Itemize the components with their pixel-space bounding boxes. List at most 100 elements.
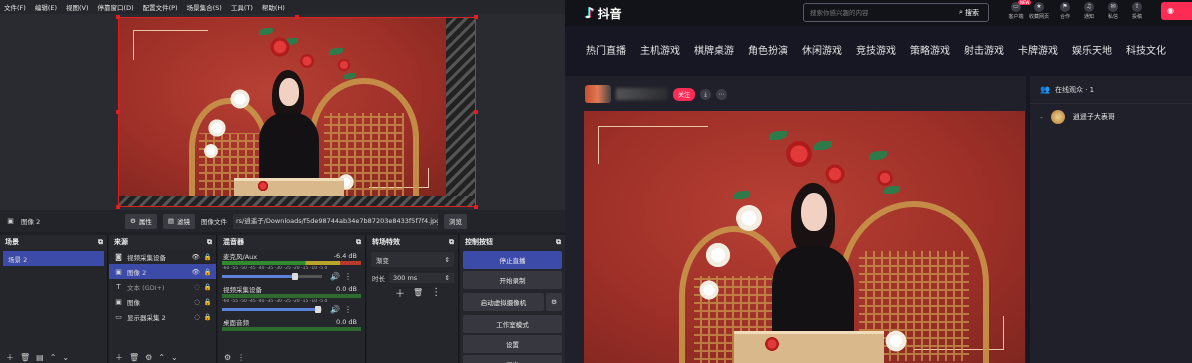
menu-edit[interactable]: 编辑(E) (35, 2, 57, 12)
add-icon[interactable]: ＋ (115, 352, 123, 363)
menu-scene-collection[interactable]: 场景集合(S) (187, 2, 222, 12)
lock-icon[interactable]: 🔒 (204, 253, 212, 261)
lock-icon[interactable]: 🔒 (204, 283, 212, 291)
messages[interactable]: ✉ 私信 (1101, 2, 1125, 20)
login-button[interactable]: ◉ (1161, 2, 1192, 20)
eye-hidden-icon[interactable]: ◌ (194, 298, 200, 306)
image-path-field[interactable]: rs/逍遥子/Downloads/f5de98744ab34e7b87203e8… (232, 213, 438, 229)
volume-slider[interactable] (222, 273, 322, 280)
nav-console-games[interactable]: 主机游戏 (640, 42, 680, 57)
settings-button[interactable]: 设置 (463, 335, 562, 353)
add-icon[interactable]: ＋ (6, 352, 14, 363)
filters-button[interactable]: ▤ 滤镜 (162, 213, 195, 229)
search-button[interactable]: ⌕ 搜索 (950, 4, 988, 21)
scene-item-label: 场景 2 (8, 255, 28, 264)
lock-icon[interactable]: 🔒 (204, 268, 212, 276)
lock-icon[interactable]: 🔒 (204, 313, 212, 321)
trash-icon[interactable]: 🗑 (413, 288, 423, 297)
source-item[interactable]: ▣ 图像 ◌ 🔒 (109, 294, 216, 309)
virtual-camera-settings-button[interactable]: ⚙ (546, 293, 562, 311)
live-video-player[interactable] (584, 111, 1025, 363)
nav-rpg[interactable]: 角色扮演 (748, 42, 788, 57)
gear-icon[interactable]: ⚙ (145, 353, 152, 362)
nav-competitive-games[interactable]: 竞技游戏 (856, 42, 896, 57)
gear-icon[interactable]: ⚙ (224, 353, 231, 362)
nav-entertainment[interactable]: 娱乐天地 (1072, 42, 1112, 57)
lock-icon[interactable]: 🔒 (204, 298, 212, 306)
undock-icon[interactable]: ⧉ (356, 235, 361, 249)
selected-source-bounds[interactable] (116, 15, 478, 209)
notifications[interactable]: ♫ 通知 (1077, 2, 1101, 20)
undock-icon[interactable]: ⧉ (207, 235, 212, 249)
duration-field[interactable]: 300 ms ⇕ (389, 272, 454, 283)
nav-casual-games[interactable]: 休闲游戏 (802, 42, 842, 57)
undock-icon[interactable]: ⧉ (556, 235, 561, 249)
channel-name: 视频采集设备 (223, 285, 262, 294)
source-item[interactable]: T 文本 (GDI+) ◌ 🔒 (109, 279, 216, 294)
eye-icon[interactable]: 👁 (192, 253, 200, 261)
douyin-logo[interactable]: ♪ 抖音 (585, 4, 622, 22)
trash-icon[interactable]: 🗑 (129, 353, 139, 362)
cooperation[interactable]: ⚑ 合作 (1053, 2, 1077, 20)
nav-board-games[interactable]: 棋牌桌游 (694, 42, 734, 57)
chevron-down-icon[interactable]: ⌄ (171, 353, 178, 362)
chevron-up-icon[interactable]: ⌃ (50, 353, 57, 362)
more-icon[interactable]: ⋮ (237, 353, 245, 362)
channel-db: -6.4 dB (333, 251, 357, 260)
stop-streaming-button[interactable]: 停止直播 (463, 251, 562, 269)
start-virtual-camera-button[interactable]: 启动虚拟摄像机 (463, 293, 544, 311)
speaker-icon[interactable]: 🔊 (330, 305, 340, 314)
nav-shooter-games[interactable]: 射击游戏 (964, 42, 1004, 57)
exit-button[interactable]: 退出 (463, 355, 562, 363)
eye-hidden-icon[interactable]: ◌ (194, 283, 200, 291)
eye-icon[interactable]: 👁 (192, 268, 200, 276)
upload[interactable]: ⇧ 投稿 (1125, 2, 1149, 20)
client-download[interactable]: ▭ 客户端 NEW (1004, 0, 1032, 20)
bookmark-page[interactable]: ★ 收藏网页 (1027, 2, 1051, 20)
spinner-icon: ⇕ (444, 255, 450, 264)
menu-view[interactable]: 视图(V) (66, 2, 89, 12)
source-item[interactable]: ◙ 视频采集设备 👁 🔒 (109, 249, 216, 264)
download-icon[interactable]: ⤓ (700, 88, 712, 100)
add-icon[interactable]: ＋ (395, 285, 405, 300)
chevron-up-icon[interactable]: ⌃ (158, 353, 165, 362)
scene-item[interactable]: 场景 2 (3, 251, 104, 266)
transition-select[interactable]: 渐变 ⇕ (371, 252, 454, 267)
handshake-icon: ⚑ (1060, 2, 1070, 12)
more-icon[interactable]: ⋮ (431, 287, 441, 298)
sources-dock-title: 来源 ⧉ (109, 235, 216, 249)
follow-button[interactable]: 关注 (673, 87, 696, 101)
nav-card-games[interactable]: 卡牌游戏 (1018, 42, 1058, 57)
speaker-icon[interactable]: 🔊 (330, 272, 340, 281)
filter-icon[interactable]: ▤ (36, 353, 44, 362)
properties-button[interactable]: ⚙ 属性 (125, 213, 157, 229)
studio-mode-button[interactable]: 工作室模式 (463, 315, 562, 333)
browse-button[interactable]: 浏览 (443, 213, 467, 229)
menu-file[interactable]: 文件(F) (4, 2, 26, 12)
menu-help[interactable]: 帮助(H) (262, 2, 285, 12)
nav-strategy-games[interactable]: 策略游戏 (910, 42, 950, 57)
start-recording-button[interactable]: 开始录制 (463, 271, 562, 289)
menu-tools[interactable]: 工具(T) (231, 2, 253, 12)
more-icon[interactable]: ⋮ (344, 305, 352, 314)
chevron-down-icon[interactable]: ⌄ (62, 353, 69, 362)
undock-icon[interactable]: ⧉ (449, 235, 454, 249)
more-icon[interactable]: ⋯ (716, 88, 728, 100)
menu-docks[interactable]: 停靠窗口(D) (98, 2, 134, 12)
trash-icon[interactable]: 🗑 (20, 353, 30, 362)
nav-tech-culture[interactable]: 科技文化 (1126, 42, 1166, 57)
source-item[interactable]: ▭ 显示器采集 2 ◌ 🔒 (109, 309, 216, 324)
controls-dock: 控制按钮 ⧉ 停止直播 开始录制 启动虚拟摄像机 ⚙ 工作室模式 设置 退出 (460, 235, 565, 363)
avatar[interactable] (585, 85, 611, 103)
source-item[interactable]: ▣ 图像 2 👁 🔒 (109, 264, 216, 279)
undock-icon[interactable]: ⧉ (98, 235, 103, 249)
eye-hidden-icon[interactable]: ◌ (194, 313, 200, 321)
nav-hot-live[interactable]: 热门直播 (586, 42, 626, 57)
viewer-row[interactable]: - 逍遥子大表哥 (1030, 106, 1192, 128)
selected-source-name: 图像 2 (21, 218, 41, 226)
menu-profile[interactable]: 配置文件(P) (143, 2, 178, 12)
volume-slider[interactable] (222, 306, 322, 313)
more-icon[interactable]: ⋮ (344, 272, 352, 281)
search-input[interactable] (804, 8, 950, 17)
transition-type: 渐变 (376, 256, 389, 265)
